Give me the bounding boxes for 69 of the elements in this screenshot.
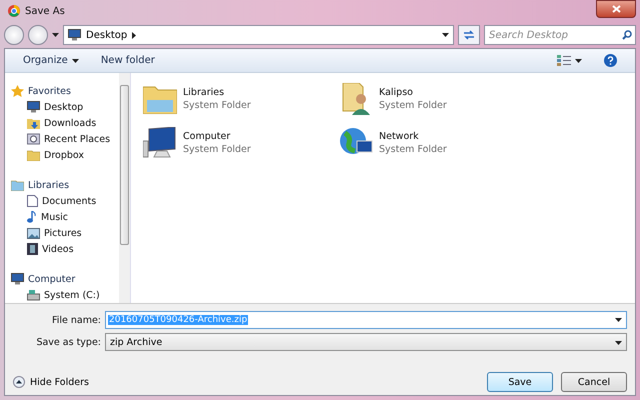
sidebar-item[interactable]: Music: [11, 209, 119, 225]
folder-tile[interactable]: Computer System Folder: [143, 121, 339, 165]
caret-icon: [615, 318, 622, 322]
computer-icon: [11, 273, 24, 285]
dialog-button[interactable]: Cancel: [561, 372, 627, 392]
sidebar-group[interactable]: Computer: [11, 271, 119, 287]
collapse-up-icon: [13, 376, 25, 388]
window-title: Save As: [25, 6, 66, 16]
search-field[interactable]: Search Desktop: [484, 25, 636, 45]
file-type-dropdown[interactable]: zip Archive: [105, 333, 627, 351]
monitor-icon: [27, 101, 40, 113]
folder-tile[interactable]: Kalipso System Folder: [339, 77, 535, 121]
film-icon: [27, 243, 38, 255]
close-icon: [612, 5, 620, 13]
caret-icon: [615, 340, 622, 344]
computer-icon: [143, 127, 177, 159]
dropdown-caret-icon: [442, 33, 449, 37]
sidebar-item[interactable]: Videos: [11, 241, 119, 257]
drive-icon: [27, 290, 40, 300]
view-list-icon: [557, 55, 571, 66]
help-icon: [604, 54, 617, 67]
history-caret-icon: [52, 33, 59, 37]
folder-name: Kalipso: [379, 87, 414, 98]
sidebar-group[interactable]: Libraries: [11, 177, 119, 193]
file-type-label: Save as type:: [35, 336, 102, 348]
app-logo-icon: [8, 5, 20, 17]
sidebar-item[interactable]: System (C:): [11, 287, 119, 303]
scrollbar[interactable]: [119, 73, 130, 303]
address-location[interactable]: Desktop: [86, 30, 128, 40]
dialog-button[interactable]: Save: [487, 372, 553, 392]
sidebar-group[interactable]: Favorites: [11, 83, 119, 99]
organize-menu-button[interactable]: Organize: [19, 53, 83, 68]
sidebar-item[interactable]: Pictures: [11, 225, 119, 241]
sidebar-item[interactable]: Dropbox: [11, 147, 119, 163]
sidebar-item[interactable]: Desktop: [11, 99, 119, 115]
folder-type: System Folder: [183, 144, 251, 155]
folder-icon: [27, 149, 40, 161]
folder-name: Network: [379, 131, 420, 142]
caret-icon: [575, 58, 582, 62]
document-icon: [27, 195, 38, 207]
star-icon: [11, 85, 24, 97]
music-note-icon: [27, 211, 37, 223]
close-button[interactable]: [596, 0, 636, 18]
download-folder-icon: [27, 117, 40, 129]
hide-folders-button[interactable]: Hide Folders: [13, 376, 479, 388]
sidebar-item[interactable]: Documents: [11, 193, 119, 209]
file-name-label: File name:: [50, 314, 102, 326]
sidebar-item[interactable]: Recent Places: [11, 131, 119, 147]
search-icon: [622, 30, 632, 40]
address-bar[interactable]: Desktop: [63, 25, 454, 45]
folder-name: Libraries: [183, 87, 226, 98]
library-folder-icon: [143, 84, 177, 114]
back-button[interactable]: [4, 25, 24, 45]
folder-tile[interactable]: Libraries System Folder: [143, 77, 339, 121]
picture-icon: [27, 228, 40, 238]
chevron-right-icon: [132, 32, 136, 38]
new-folder-button[interactable]: New folder: [96, 53, 159, 68]
folder-type: System Folder: [379, 144, 447, 155]
folder-name: Computer: [183, 131, 232, 142]
folder-tile[interactable]: Network System Folder: [339, 121, 535, 165]
forward-button[interactable]: [28, 25, 48, 45]
refresh-arrows-icon: [463, 30, 475, 40]
caret-icon: [72, 58, 79, 62]
desktop-icon: [68, 29, 81, 41]
folder-type: System Folder: [379, 100, 447, 111]
refresh-button[interactable]: [458, 25, 480, 45]
sidebar-item[interactable]: Downloads: [11, 115, 119, 131]
library-folder-icon: [11, 179, 24, 191]
folder-type: System Folder: [183, 100, 251, 111]
